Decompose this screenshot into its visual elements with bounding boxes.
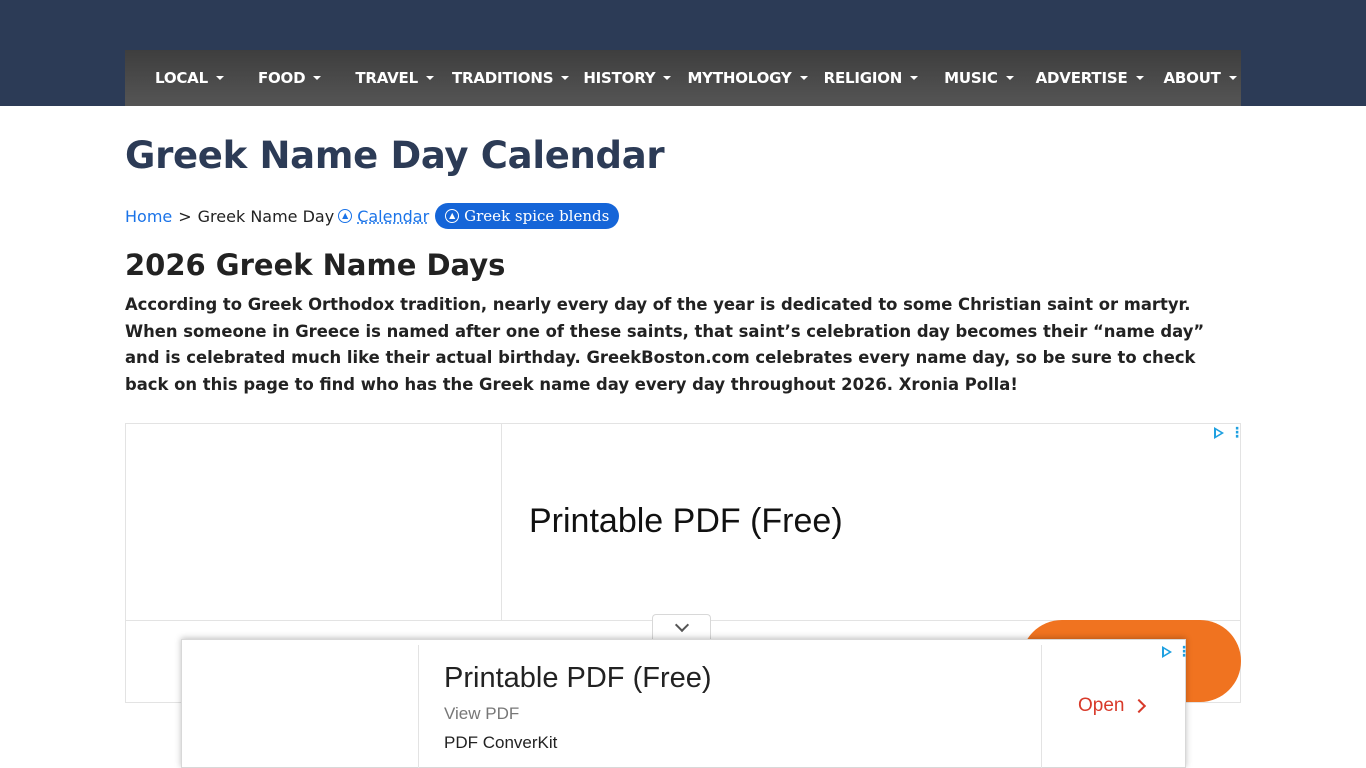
breadcrumb-separator: >	[178, 206, 192, 226]
nav-label: ADVERTISE	[1035, 69, 1128, 87]
section-heading: 2026 Greek Name Days	[125, 248, 506, 282]
caret-down-icon	[799, 76, 808, 80]
nav-item-about[interactable]: ABOUT	[1152, 50, 1249, 106]
nav-item-mythology[interactable]: MYTHOLOGY	[675, 50, 819, 106]
pill-label: Greek spice blends	[464, 207, 610, 225]
nav-label: FOOD	[257, 69, 306, 87]
sticky-ad-image-area	[182, 645, 419, 768]
arrow-up-circle-icon: ▲	[338, 209, 353, 223]
main-nav: LOCAL FOOD TRAVEL TRADITIONS HISTORY MYT…	[125, 50, 1241, 106]
caret-down-icon	[1005, 76, 1014, 80]
nav-item-history[interactable]: HISTORY	[571, 50, 683, 106]
nav-item-advertise[interactable]: ADVERTISE	[1024, 50, 1156, 106]
ad-headline[interactable]: Printable PDF (Free)	[529, 502, 843, 541]
nav-label: TRADITIONS	[451, 69, 554, 87]
nav-item-travel[interactable]: TRAVEL	[343, 50, 446, 106]
caret-down-icon	[425, 76, 434, 80]
greek-spice-blends-button[interactable]: ▲ Greek spice blends	[435, 203, 620, 229]
nav-item-food[interactable]: FOOD	[246, 50, 333, 106]
more-options-icon: ⋮	[1230, 425, 1244, 441]
sticky-ad-headline[interactable]: Printable PDF (Free)	[444, 662, 712, 695]
caret-down-icon	[561, 76, 570, 80]
sticky-ad-brand: PDF ConverKit	[444, 733, 558, 752]
collapse-ad-tab[interactable]	[652, 614, 711, 640]
adchoices-icon	[1214, 427, 1224, 439]
sticky-ad-subtitle: View PDF	[444, 704, 520, 723]
nav-label: HISTORY	[583, 69, 656, 87]
adchoices-icon	[1162, 646, 1172, 658]
page-title: Greek Name Day Calendar	[125, 134, 665, 177]
arrow-up-circle-icon: ▲	[445, 209, 460, 223]
breadcrumb-current: Greek Name Day	[197, 206, 335, 226]
chevron-right-icon	[1132, 698, 1147, 714]
nav-item-religion[interactable]: RELIGION	[812, 50, 931, 106]
nav-item-traditions[interactable]: TRADITIONS	[440, 50, 581, 106]
sticky-ad[interactable]: Printable PDF (Free) View PDF PDF Conver…	[181, 639, 1191, 768]
ad-choices[interactable]: ⋮	[1214, 425, 1244, 441]
nav-label: LOCAL	[155, 69, 208, 87]
open-button[interactable]: Open	[1078, 695, 1147, 717]
more-options-icon: ⋮	[1177, 644, 1191, 660]
calendar-link[interactable]: Calendar	[357, 207, 429, 226]
sticky-ad-choices[interactable]: ⋮	[1162, 644, 1191, 660]
caret-down-icon	[910, 76, 919, 80]
nav-item-music[interactable]: MUSIC	[932, 50, 1026, 106]
breadcrumb-home-link[interactable]: Home	[125, 207, 172, 226]
caret-down-icon	[313, 76, 322, 80]
chevron-down-icon	[674, 617, 689, 633]
ad-image-area	[126, 424, 502, 620]
caret-down-icon	[663, 76, 672, 80]
nav-label: MUSIC	[944, 69, 998, 87]
caret-down-icon	[1228, 76, 1237, 80]
nav-label: MYTHOLOGY	[687, 69, 792, 87]
intro-paragraph: According to Greek Orthodox tradition, n…	[125, 295, 1205, 394]
breadcrumb: Home > Greek Name Day ▲ Calendar ▲ Greek…	[125, 203, 620, 229]
open-label: Open	[1078, 695, 1125, 716]
caret-down-icon	[1135, 76, 1144, 80]
nav-item-local[interactable]: LOCAL	[143, 50, 236, 106]
nav-label: RELIGION	[823, 69, 903, 87]
nav-label: ABOUT	[1163, 69, 1221, 87]
caret-down-icon	[215, 76, 224, 80]
nav-label: TRAVEL	[355, 69, 418, 87]
